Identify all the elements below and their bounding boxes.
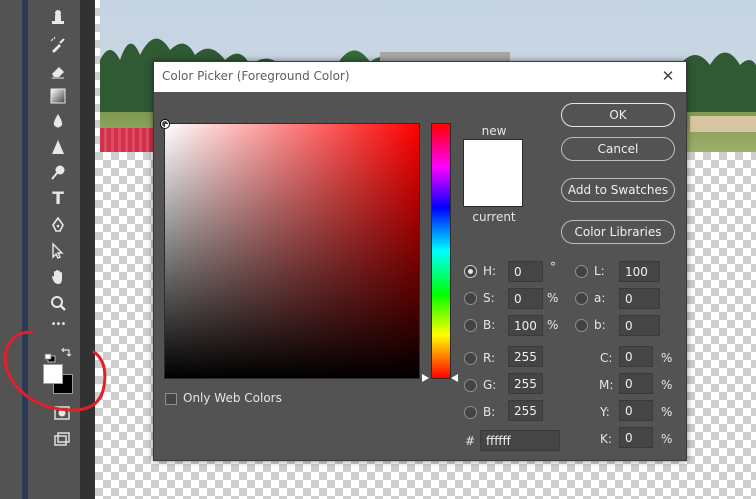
pen-icon[interactable]: [46, 214, 70, 236]
a-channel-radio[interactable]: [575, 292, 588, 305]
color-field-marker[interactable]: [161, 120, 169, 128]
hue-spectrum[interactable]: [432, 124, 450, 378]
black-label: K:: [600, 432, 612, 446]
hue-slider[interactable]: [431, 123, 451, 379]
cyan-label: C:: [600, 351, 613, 365]
saturation-brightness-gradient[interactable]: [165, 124, 419, 378]
color-field[interactable]: [161, 120, 420, 379]
hue-slider-right-handle[interactable]: [451, 374, 458, 382]
lightness-label: L:: [594, 264, 605, 278]
yellow-input[interactable]: 0: [619, 400, 653, 421]
current-color-label: current: [472, 210, 516, 224]
ok-button[interactable]: OK: [561, 103, 675, 127]
brightness-unit: %: [547, 318, 559, 332]
lightness-input[interactable]: 100: [619, 261, 660, 282]
green-label: G:: [483, 378, 497, 392]
only-web-colors-checkbox[interactable]: [165, 393, 177, 405]
blue-radio[interactable]: [464, 406, 477, 419]
lightness-radio[interactable]: [575, 265, 588, 278]
only-web-colors-label: Only Web Colors: [183, 391, 282, 405]
dialog-titlebar: Color Picker (Foreground Color) ✕: [154, 62, 686, 92]
color-picker-dialog: Color Picker (Foreground Color) ✕ new cu…: [153, 61, 687, 461]
hex-label: #: [465, 434, 476, 448]
new-color-label: new: [481, 124, 507, 138]
a-channel-label: a:: [594, 291, 606, 305]
b-channel-label: b:: [594, 318, 606, 332]
b-channel-radio[interactable]: [575, 319, 588, 332]
eraser-icon[interactable]: [46, 60, 70, 82]
hand-icon[interactable]: [46, 266, 70, 288]
close-icon[interactable]: ✕: [658, 66, 678, 86]
magenta-input[interactable]: 0: [619, 373, 653, 394]
saturation-label: S:: [483, 291, 495, 305]
black-unit: %: [661, 432, 673, 446]
dodge-icon[interactable]: [46, 162, 70, 184]
type-icon[interactable]: T: [46, 188, 70, 210]
saturation-input[interactable]: 0: [508, 288, 543, 309]
foreground-color-swatch[interactable]: [43, 364, 63, 384]
hue-label: H:: [483, 264, 497, 278]
red-radio[interactable]: [464, 352, 477, 365]
brightness-radio[interactable]: [464, 319, 477, 332]
hue-radio[interactable]: [464, 265, 477, 278]
left-edge: [0, 0, 28, 499]
saturation-unit: %: [547, 291, 559, 305]
gradient-icon[interactable]: [46, 85, 70, 107]
stamp-icon[interactable]: [46, 7, 70, 29]
tools-panel: T •••: [28, 0, 80, 499]
hue-unit: °: [550, 260, 556, 274]
blue-label: B:: [483, 405, 496, 419]
brightness-input[interactable]: 100: [508, 315, 543, 336]
dialog-title: Color Picker (Foreground Color): [162, 69, 350, 83]
default-colors-icon[interactable]: [44, 348, 56, 363]
magenta-unit: %: [661, 378, 673, 392]
yellow-label: Y:: [600, 405, 610, 419]
b-channel-input[interactable]: 0: [619, 315, 660, 336]
zoom-icon[interactable]: [46, 292, 70, 314]
swap-colors-icon[interactable]: [60, 346, 72, 358]
black-input[interactable]: 0: [619, 427, 653, 448]
color-preview-swatch: [463, 139, 523, 207]
cyan-input[interactable]: 0: [619, 346, 653, 367]
yellow-unit: %: [661, 405, 673, 419]
hue-slider-left-handle[interactable]: [422, 374, 429, 382]
path-selection-icon[interactable]: [46, 240, 70, 262]
red-input[interactable]: 255: [508, 346, 543, 367]
blue-input[interactable]: 255: [508, 400, 543, 421]
history-brush-icon[interactable]: [46, 34, 70, 56]
green-radio[interactable]: [464, 379, 477, 392]
color-libraries-button[interactable]: Color Libraries: [561, 220, 675, 244]
panel-divider: [80, 0, 95, 499]
magenta-label: M:: [599, 378, 614, 392]
photo-barn: [690, 116, 756, 132]
hue-input[interactable]: 0: [508, 261, 543, 282]
cancel-button[interactable]: Cancel: [561, 137, 675, 161]
sharpen-icon[interactable]: [46, 136, 70, 158]
saturation-radio[interactable]: [464, 292, 477, 305]
quick-mask-icon[interactable]: [50, 402, 74, 424]
screen-mode-icon[interactable]: [50, 428, 74, 450]
blur-icon[interactable]: [46, 110, 70, 132]
add-to-swatches-button[interactable]: Add to Swatches: [561, 178, 675, 202]
brightness-label: B:: [483, 318, 496, 332]
red-label: R:: [483, 351, 496, 365]
a-channel-input[interactable]: 0: [619, 288, 660, 309]
more-icon[interactable]: •••: [46, 318, 70, 330]
cyan-unit: %: [661, 351, 673, 365]
green-input[interactable]: 255: [508, 373, 543, 394]
hex-input[interactable]: ffffff: [480, 430, 560, 451]
